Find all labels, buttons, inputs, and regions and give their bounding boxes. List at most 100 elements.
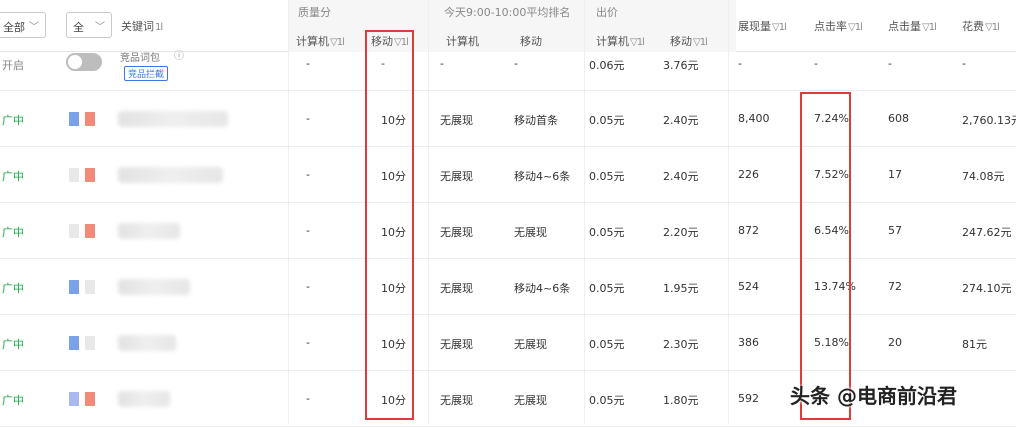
bookmark-flag-icon[interactable] [85, 280, 95, 298]
row-status: 广中 [2, 394, 24, 407]
cell-bid-mobile[interactable]: 1.80元 [663, 392, 699, 408]
cell-bid-mobile[interactable]: 1.95元 [663, 280, 699, 296]
cell-quality-pc: - [306, 392, 310, 405]
cell-rank-mobile: 移动4~6条 [514, 282, 571, 295]
cell-rank-mobile: 无展现 [514, 226, 547, 239]
col-header-impressions[interactable]: 展现量▽1l [738, 18, 787, 34]
status-filter-select[interactable]: 全部 ﹀ [0, 12, 46, 38]
cell-bid-mobile[interactable]: 2.20元 [663, 224, 699, 240]
toggle-knob [68, 55, 82, 69]
row-status: 广中 [2, 338, 24, 351]
cell-cost: 2,760.13元 [962, 114, 1016, 127]
group-header-quality: 质量分 [298, 6, 331, 19]
col-header-cost[interactable]: 花费▽1l [962, 18, 1000, 34]
cell-clicks: 608 [888, 112, 909, 125]
cell-impressions: 872 [738, 224, 759, 237]
status-filter-value: 全部 [3, 21, 25, 34]
cell-clicks: 57 [888, 224, 902, 237]
cell-rank-pc: 无展现 [440, 338, 473, 351]
cell-quality-pc: - [306, 336, 310, 349]
cell-rank-mobile: - [514, 57, 518, 70]
cell-rank-pc: - [440, 57, 444, 70]
sort-icon: ▽1l [985, 22, 1000, 33]
cell-bid-pc[interactable]: 0.05元 [589, 336, 625, 352]
highlight-box-ctr [800, 92, 851, 420]
cell-clicks: 17 [888, 168, 902, 181]
row-status: 开启 [2, 59, 24, 72]
watermark: 头条 @电商前沿君 [790, 384, 957, 408]
cell-bid-pc[interactable]: 0.05元 [589, 280, 625, 296]
col-header-rank-pc: 计算机 [446, 35, 479, 48]
cell-rank-pc: 无展现 [440, 394, 473, 407]
cell-rank-mobile: 移动首条 [514, 114, 558, 127]
keyword-blurred [118, 111, 228, 127]
cell-clicks: - [888, 57, 892, 70]
row-status: 广中 [2, 170, 24, 183]
cell-rank-mobile: 无展现 [514, 338, 547, 351]
cell-impressions: 8,400 [738, 112, 770, 125]
cell-bid-mobile[interactable]: 2.40元 [663, 168, 699, 184]
cell-cost: - [962, 57, 966, 70]
bookmark-flag-icon[interactable] [69, 280, 79, 298]
keyword-blurred [118, 167, 223, 183]
bookmark-flag-icon[interactable] [69, 336, 79, 354]
match-filter-value: 全 [73, 21, 84, 34]
cell-cost: 274.10元 [962, 282, 1012, 295]
cell-impressions: 592 [738, 392, 759, 405]
bookmark-flag-icon[interactable] [85, 336, 95, 354]
col-header-ctr[interactable]: 点击率▽1l [814, 18, 863, 34]
cell-cost: 81元 [962, 338, 987, 351]
bookmark-flag-icon[interactable] [69, 392, 79, 410]
competitor-tag: 竞品拦截 [124, 66, 169, 81]
keyword-header[interactable]: 关键词1l [121, 18, 163, 34]
cell-clicks: 20 [888, 336, 902, 349]
cell-rank-pc: 无展现 [440, 114, 473, 127]
cell-bid-pc[interactable]: 0.05元 [589, 392, 625, 408]
sort-icon: ▽1l [330, 37, 345, 48]
sort-icon: ▽1l [693, 37, 708, 48]
cell-cost: 74.08元 [962, 170, 1005, 183]
cell-impressions: 524 [738, 280, 759, 293]
col-header-quality-pc[interactable]: 计算机▽1l [296, 33, 345, 49]
bookmark-flag-icon[interactable] [85, 392, 95, 410]
col-header-clicks[interactable]: 点击量▽1l [888, 18, 937, 34]
cell-bid-pc[interactable]: 0.06元 [589, 57, 625, 73]
bookmark-flag-icon[interactable] [69, 112, 79, 130]
cell-quality-pc: - [306, 224, 310, 237]
keyword-blurred [118, 279, 190, 295]
cell-bid-mobile[interactable]: 2.40元 [663, 112, 699, 128]
row-status: 广中 [2, 114, 24, 127]
keyword-blurred [118, 223, 180, 239]
cell-quality-pc: - [306, 112, 310, 125]
cell-rank-mobile: 无展现 [514, 394, 547, 407]
sort-icon: ▽1l [922, 22, 937, 33]
help-icon[interactable]: ⓘ [174, 47, 184, 62]
chevron-down-icon: ﹀ [29, 22, 39, 33]
col-header-bid-pc[interactable]: 计算机▽1l [596, 33, 645, 49]
keyword-blurred [118, 391, 170, 407]
status-toggle[interactable] [66, 53, 102, 71]
cell-rank-pc: 无展现 [440, 226, 473, 239]
keyword-blurred [118, 335, 176, 351]
keyword-text: 竞品词包 [120, 53, 160, 64]
bookmark-flag-icon[interactable] [69, 224, 79, 242]
sort-icon: 1l [155, 22, 163, 33]
bookmark-flag-icon[interactable] [85, 112, 95, 130]
cell-bid-pc[interactable]: 0.05元 [589, 168, 625, 184]
highlight-box-quality-mobile [365, 30, 414, 420]
cell-bid-mobile[interactable]: 2.30元 [663, 336, 699, 352]
cell-rank-mobile: 移动4~6条 [514, 170, 571, 183]
group-header-rank: 今天9:00-10:00平均排名 [444, 6, 571, 19]
match-filter-select[interactable]: 全 ﹀ [66, 12, 112, 38]
row-status: 广中 [2, 226, 24, 239]
bookmark-flag-icon[interactable] [85, 224, 95, 242]
bookmark-flag-icon[interactable] [69, 168, 79, 186]
cell-bid-mobile[interactable]: 3.76元 [663, 57, 699, 73]
cell-cost: 247.62元 [962, 226, 1012, 239]
bookmark-flag-icon[interactable] [85, 168, 95, 186]
cell-bid-pc[interactable]: 0.05元 [589, 224, 625, 240]
cell-quality-pc: - [306, 168, 310, 181]
cell-bid-pc[interactable]: 0.05元 [589, 112, 625, 128]
cell-ctr: - [814, 57, 818, 70]
col-header-bid-mobile[interactable]: 移动▽1l [670, 33, 708, 49]
